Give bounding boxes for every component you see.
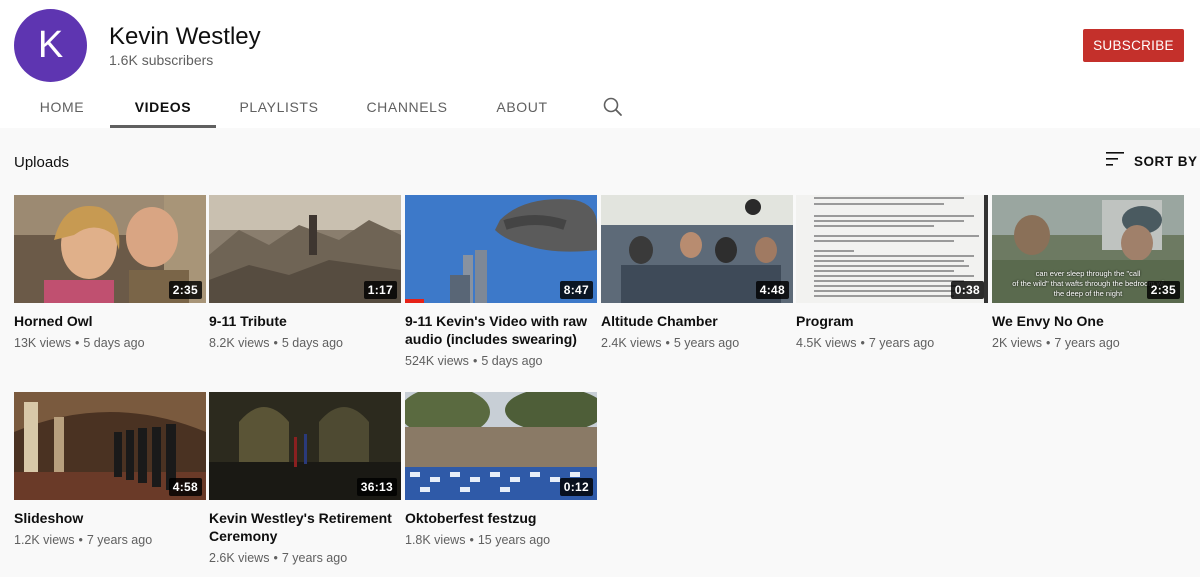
video-meta: 2.4K views • 5 years ago <box>601 336 793 350</box>
meta-separator: • <box>273 551 278 565</box>
meta-separator: • <box>472 354 478 368</box>
video-meta: 8.2K views • 5 days ago <box>209 336 401 350</box>
tab-videos[interactable]: VIDEOS <box>110 86 216 128</box>
video-duration: 4:48 <box>755 281 789 299</box>
meta-separator: • <box>1046 336 1051 350</box>
video-card[interactable]: 2:35 Horned Owl 13K views • 5 days ago <box>14 195 206 350</box>
video-duration: 8:47 <box>559 281 593 299</box>
video-card[interactable]: 0:12 Oktoberfest festzug 1.8K views • 15 y… <box>405 392 597 547</box>
video-duration: 2:35 <box>1146 281 1180 299</box>
view-count: 1.2K views <box>14 533 75 547</box>
view-count: 13K views <box>14 336 71 350</box>
upload-age: 5 days ago <box>281 336 344 350</box>
tab-home[interactable]: HOME <box>30 86 94 128</box>
video-title[interactable]: Kevin Westley's Retirement Ceremony <box>209 509 401 545</box>
upload-age: 5 days ago <box>83 336 145 350</box>
channel-tabs: HOME VIDEOS PLAYLISTS CHANNELS ABOUT <box>0 86 700 128</box>
view-count: 2K views <box>992 336 1043 350</box>
view-count: 1.8K views <box>405 533 466 547</box>
video-thumbnail[interactable]: 1:17 <box>209 195 401 303</box>
video-title[interactable]: Program <box>796 312 988 330</box>
video-card[interactable]: 4:48 Altitude Chamber 2.4K views • 5 years… <box>601 195 793 350</box>
video-duration: 4:58 <box>168 478 202 496</box>
video-duration: 0:38 <box>950 281 984 299</box>
channel-header: K Kevin Westley 1.6K subscribers SUBSCRI… <box>0 0 1200 128</box>
upload-age: 7 years ago <box>868 336 935 350</box>
video-title[interactable]: Slideshow <box>14 509 206 527</box>
video-duration: 1:17 <box>363 281 397 299</box>
sort-icon <box>1106 151 1124 171</box>
tab-about[interactable]: ABOUT <box>488 86 556 128</box>
video-title[interactable]: We Envy No One <box>992 312 1184 330</box>
view-count: 4.5K views <box>796 336 857 350</box>
view-count: 2.6K views <box>209 551 270 565</box>
video-meta: 13K views • 5 days ago <box>14 336 206 350</box>
upload-age: 7 years ago <box>1054 336 1120 350</box>
video-title[interactable]: Oktoberfest festzug <box>405 509 597 527</box>
watch-progress <box>405 299 425 303</box>
video-title[interactable]: Horned Owl <box>14 312 206 330</box>
tab-channels[interactable]: CHANNELS <box>358 86 456 128</box>
meta-separator: • <box>273 336 278 350</box>
video-meta: 1.2K views • 7 years ago <box>14 533 206 547</box>
meta-separator: • <box>78 533 83 547</box>
video-duration: 2:35 <box>168 281 202 299</box>
video-card[interactable]: 4:58 Slideshow 1.2K views • 7 years ago <box>14 392 206 547</box>
upload-age: 5 days ago <box>481 354 543 368</box>
video-duration: 0:12 <box>559 478 593 496</box>
meta-separator: • <box>469 533 474 547</box>
video-meta: 2K views • 7 years ago <box>992 336 1184 350</box>
meta-separator: • <box>860 336 865 350</box>
channel-name: Kevin Westley <box>109 23 261 50</box>
video-card[interactable]: 36:13 Kevin Westley's Retirement Ceremon… <box>209 392 401 565</box>
upload-age: 15 years ago <box>477 533 551 547</box>
video-card[interactable]: 0:38 Program 4.5K views • 7 years ago <box>796 195 988 350</box>
meta-separator: • <box>74 336 80 350</box>
subscriber-count: 1.6K subscribers <box>109 52 214 68</box>
view-count: 8.2K views <box>209 336 270 350</box>
video-meta: 2.6K views • 7 years ago <box>209 551 401 565</box>
video-thumbnail[interactable]: 2:35 <box>14 195 206 303</box>
search-icon[interactable] <box>601 95 625 119</box>
video-thumbnail[interactable]: 4:58 <box>14 392 206 500</box>
video-card[interactable]: 1:17 9-11 Tribute 8.2K views • 5 days ago <box>209 195 401 350</box>
view-count: 524K views <box>405 354 469 368</box>
meta-separator: • <box>665 336 670 350</box>
video-thumbnail[interactable]: 0:38 <box>796 195 988 303</box>
video-thumbnail[interactable]: 4:48 <box>601 195 793 303</box>
video-thumbnail[interactable]: 8:47 <box>405 195 597 303</box>
video-title[interactable]: Altitude Chamber <box>601 312 793 330</box>
video-title[interactable]: 9-11 Tribute <box>209 312 401 330</box>
upload-age: 5 years ago <box>673 336 740 350</box>
video-meta: 4.5K views • 7 years ago <box>796 336 988 350</box>
video-thumbnail[interactable]: 0:12 <box>405 392 597 500</box>
tab-playlists[interactable]: PLAYLISTS <box>232 86 326 128</box>
channel-avatar[interactable]: K <box>14 9 87 82</box>
video-card[interactable]: can ever sleep through the "call of the … <box>992 195 1184 350</box>
video-meta: 524K views • 5 days ago <box>405 354 597 368</box>
subscribe-button[interactable]: SUBSCRIBE <box>1083 29 1184 62</box>
upload-age: 7 years ago <box>281 551 348 565</box>
video-card[interactable]: 8:47 9-11 Kevin's Video with raw audio (… <box>405 195 597 368</box>
video-thumbnail[interactable]: 36:13 <box>209 392 401 500</box>
section-title: Uploads <box>14 154 70 171</box>
video-duration: 36:13 <box>356 478 397 496</box>
video-title[interactable]: 9-11 Kevin's Video with raw audio (inclu… <box>405 312 597 348</box>
sort-by-label: SORT BY <box>1134 153 1198 169</box>
video-thumbnail[interactable]: can ever sleep through the "call of the … <box>992 195 1184 303</box>
view-count: 2.4K views <box>601 336 662 350</box>
sort-by-button[interactable]: SORT BY <box>1106 151 1198 171</box>
video-meta: 1.8K views • 15 years ago <box>405 533 597 547</box>
upload-age: 7 years ago <box>86 533 153 547</box>
